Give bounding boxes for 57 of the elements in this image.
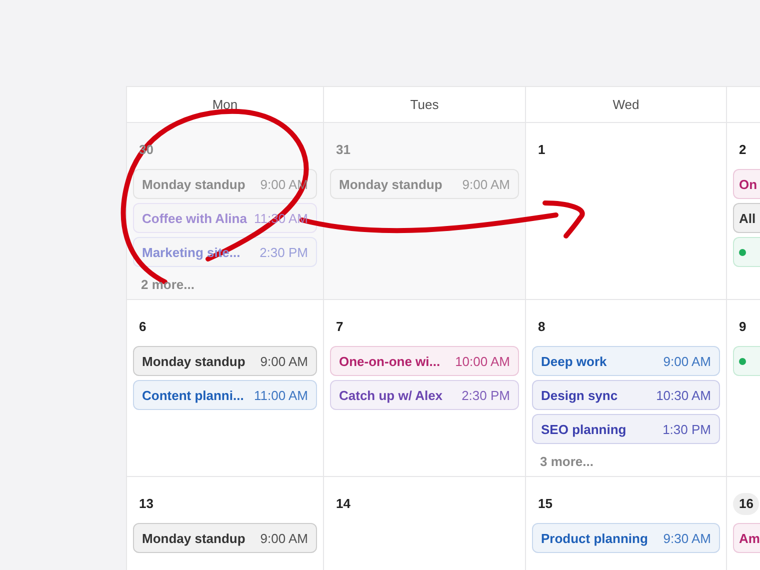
event-time: 1:30 PM bbox=[662, 422, 711, 436]
event-chip[interactable]: Design sync 10:30 AM bbox=[532, 380, 720, 410]
event-chip[interactable]: Content planni... 11:00 AM bbox=[133, 380, 317, 410]
event-title: Catch up w/ Alex bbox=[339, 388, 443, 402]
day-number: 8 bbox=[537, 318, 546, 336]
event-time: 10:30 AM bbox=[656, 388, 711, 402]
day-number: 1 bbox=[537, 141, 546, 159]
event-time: 9:00 AM bbox=[260, 354, 308, 368]
event-title: Deep work bbox=[541, 354, 607, 368]
event-chip[interactable]: On bbox=[733, 169, 760, 199]
more-link[interactable]: 2 more... bbox=[133, 271, 317, 298]
event-chip[interactable]: Deep work 9:00 AM bbox=[532, 346, 720, 376]
weekday-label: Tues bbox=[410, 97, 439, 112]
weekday-label: Mon bbox=[212, 97, 238, 112]
event-time: 9:00 AM bbox=[260, 530, 308, 546]
event-time: 2:30 PM bbox=[260, 244, 308, 260]
event-chip[interactable]: Catch up w/ Alex 2:30 PM bbox=[330, 380, 519, 410]
event-title: All bbox=[739, 210, 756, 226]
event-chip[interactable]: Monday standup 9:00 AM bbox=[330, 169, 519, 199]
day-number: 2 bbox=[738, 141, 748, 159]
event-title: Product planning bbox=[541, 530, 648, 546]
day-number: 9 bbox=[738, 318, 748, 336]
day-number: 6 bbox=[138, 318, 148, 336]
event-chip[interactable]: SEO planning 1:30 PM bbox=[532, 414, 720, 444]
event-time: 11:00 AM bbox=[254, 388, 308, 402]
event-title: Content planni... bbox=[142, 388, 244, 402]
event-title: On bbox=[739, 176, 758, 192]
event-chip[interactable]: One-on-one wi... 10:00 AM bbox=[330, 346, 519, 376]
event-time: 9:00 AM bbox=[462, 176, 510, 192]
event-time: 10:00 AM bbox=[455, 354, 510, 368]
event-title: Monday standup bbox=[142, 176, 246, 192]
day-number: 31 bbox=[335, 141, 352, 159]
event-title: Monday standup bbox=[142, 354, 246, 368]
event-time: 9:30 AM bbox=[663, 530, 711, 546]
event-title: Coffee with Alina bbox=[142, 210, 247, 226]
event-chip[interactable] bbox=[733, 346, 760, 376]
event-time: 2:30 PM bbox=[462, 388, 510, 402]
more-link[interactable]: 3 more... bbox=[532, 448, 720, 475]
event-title: One-on-one wi... bbox=[339, 354, 440, 368]
event-chip[interactable] bbox=[733, 237, 760, 267]
event-chip[interactable]: Product planning 9:30 AM bbox=[532, 523, 720, 553]
day-number: 15 bbox=[537, 495, 554, 513]
weekday-label: Wed bbox=[612, 97, 640, 112]
event-title: Monday standup bbox=[339, 176, 442, 192]
event-title: Monday standup bbox=[142, 530, 246, 546]
event-chip[interactable]: All bbox=[733, 203, 760, 233]
day-number: 14 bbox=[335, 495, 352, 513]
event-title: Design sync bbox=[541, 388, 618, 402]
event-chip[interactable]: Monday standup 9:00 AM bbox=[133, 523, 317, 553]
day-number: 7 bbox=[335, 318, 344, 336]
day-number: 13 bbox=[138, 495, 154, 513]
event-chip[interactable]: Monday standup 9:00 AM bbox=[133, 346, 317, 376]
event-time: 9:00 AM bbox=[663, 354, 711, 368]
event-title: Am bbox=[739, 530, 760, 546]
day-number: 16 bbox=[733, 493, 760, 515]
event-chip[interactable]: Am bbox=[733, 523, 760, 553]
event-title: SEO planning bbox=[541, 422, 626, 436]
